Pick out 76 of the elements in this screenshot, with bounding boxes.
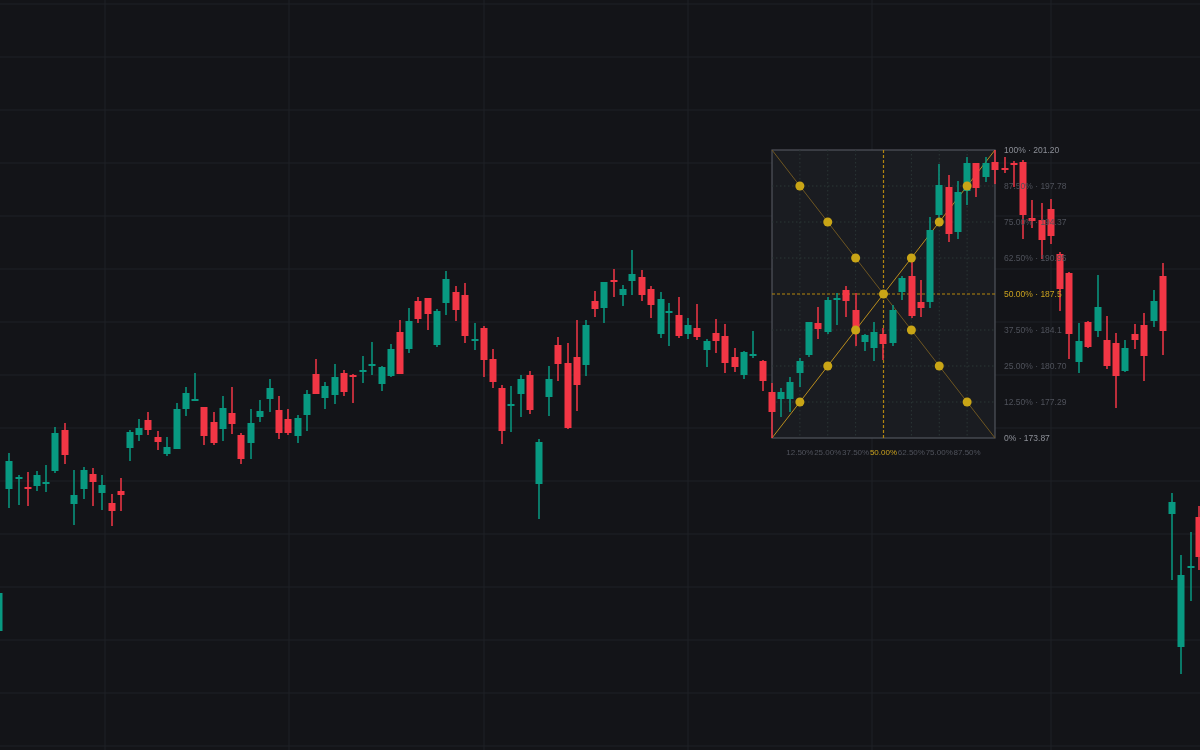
falling-candle	[879, 328, 887, 360]
falling-candle	[200, 407, 208, 445]
level-dot-icon[interactable]	[851, 253, 861, 263]
rising-candle	[0, 593, 3, 631]
rising-candle	[517, 375, 525, 417]
falling-candle	[814, 307, 822, 339]
level-dot-icon[interactable]	[823, 217, 833, 227]
time-level-label: 87.50%	[953, 447, 981, 457]
falling-candle	[991, 150, 999, 184]
rising-candle	[1187, 532, 1195, 601]
rising-candle	[889, 305, 897, 346]
falling-candle	[424, 298, 432, 330]
falling-candle	[24, 472, 32, 506]
rising-candle	[405, 308, 413, 353]
falling-candle	[1195, 506, 1200, 570]
price-level-label: 25.00% · 180.70	[1004, 361, 1067, 371]
time-level-label: 50.00%	[869, 447, 898, 457]
rising-candle	[15, 475, 23, 505]
rising-candle	[98, 475, 106, 510]
rising-candle	[331, 364, 339, 404]
falling-candle	[610, 269, 618, 297]
falling-candle	[312, 359, 320, 394]
rising-candle	[507, 386, 515, 432]
level-dot-icon[interactable]	[906, 253, 916, 263]
rising-candle	[582, 320, 590, 376]
rising-candle	[703, 339, 711, 367]
rising-candle	[70, 470, 78, 525]
level-dot-icon[interactable]	[934, 217, 944, 227]
falling-candle	[526, 371, 534, 414]
price-level-label: 0% · 173.87	[1004, 433, 1050, 443]
level-dot-icon[interactable]	[934, 361, 944, 371]
falling-candle	[1084, 321, 1092, 348]
falling-candle	[945, 175, 953, 242]
rising-candle	[1121, 340, 1129, 372]
level-dot-icon[interactable]	[962, 397, 972, 407]
falling-candle	[842, 286, 850, 317]
rising-candle	[163, 437, 171, 456]
falling-candle	[414, 297, 422, 323]
rising-candle	[898, 276, 906, 300]
falling-candle	[554, 337, 562, 381]
falling-candle	[972, 163, 980, 197]
level-dot-icon[interactable]	[906, 325, 916, 335]
rising-candle	[1150, 290, 1158, 327]
price-level-label: 100% · 201.20	[1004, 145, 1060, 155]
falling-candle	[396, 320, 404, 374]
falling-candle	[154, 431, 162, 450]
rising-candle	[219, 396, 227, 441]
rising-candle	[321, 382, 329, 409]
level-dot-icon[interactable]	[795, 397, 805, 407]
level-dot-icon[interactable]	[851, 325, 861, 335]
rising-candle	[684, 318, 692, 339]
rising-candle	[545, 366, 553, 416]
rising-candle	[471, 323, 479, 350]
level-dot-icon[interactable]	[879, 289, 888, 299]
falling-candle	[210, 412, 218, 445]
level-dot-icon[interactable]	[962, 181, 972, 191]
level-dot-icon[interactable]	[795, 181, 805, 191]
time-level-label: 12.50%	[786, 447, 814, 457]
falling-candle	[693, 304, 701, 340]
falling-candle	[675, 297, 683, 338]
rising-candle	[1075, 323, 1083, 373]
falling-candle	[61, 423, 69, 464]
rising-candle	[1094, 275, 1102, 337]
falling-candle	[144, 412, 152, 435]
rising-candle	[600, 282, 608, 323]
rising-candle	[80, 467, 88, 499]
falling-candle	[731, 348, 739, 372]
rising-candle	[982, 157, 990, 182]
falling-candle	[89, 468, 97, 506]
level-dot-icon[interactable]	[823, 361, 833, 371]
rising-candle	[266, 379, 274, 412]
rising-candle	[5, 453, 13, 508]
price-level-label: 37.50% · 184.1	[1004, 325, 1062, 335]
falling-candle	[591, 291, 599, 317]
gann-box[interactable]	[771, 149, 996, 439]
price-level-label: 12.50% · 177.29	[1004, 397, 1067, 407]
